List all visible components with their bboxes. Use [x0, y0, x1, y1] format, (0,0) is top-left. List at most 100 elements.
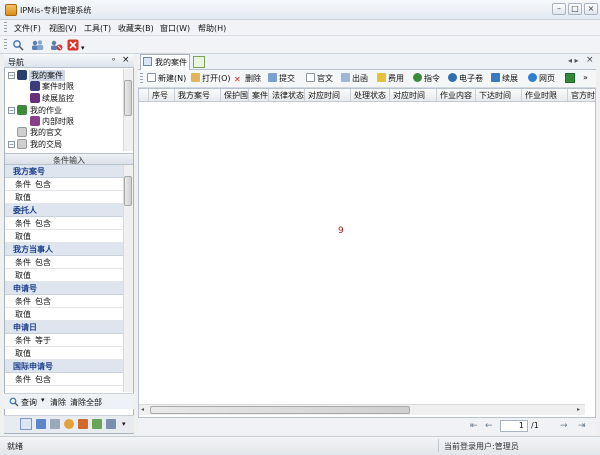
clear-button[interactable]: 清除 — [50, 397, 66, 408]
calendar-icon[interactable] — [106, 419, 116, 429]
open-button[interactable]: 打开(O) — [191, 73, 231, 84]
tree-toggle-icon[interactable]: − — [8, 141, 15, 148]
scroll-right-icon[interactable]: ▸ — [577, 406, 580, 413]
new-button[interactable]: 新建(N) — [147, 73, 186, 84]
condition-row[interactable]: 取值 — [5, 230, 123, 243]
column-header[interactable]: 我方案号 — [175, 89, 221, 102]
tree-toggle-icon[interactable]: − — [8, 72, 15, 79]
condition-row[interactable]: 取值 — [5, 269, 123, 282]
next-page-icon[interactable]: → — [560, 421, 568, 431]
users-icon[interactable] — [30, 38, 44, 51]
instruction-button[interactable]: 指令 — [413, 73, 440, 84]
document-button[interactable]: 官文 — [306, 73, 333, 84]
action-overflow-icon[interactable]: » — [583, 73, 588, 82]
column-header[interactable]: 官方时 — [568, 89, 595, 102]
edit-icon[interactable] — [20, 418, 32, 430]
submit-button[interactable]: 提交 — [268, 73, 295, 84]
tab-label[interactable]: 我的案件 — [155, 57, 187, 68]
nav-close-icon[interactable]: × — [122, 55, 130, 65]
book-icon[interactable] — [36, 419, 46, 429]
condition-row[interactable]: 取值 — [5, 347, 123, 360]
tab-close-icon[interactable]: × — [586, 55, 594, 65]
check-icon[interactable] — [92, 419, 102, 429]
condition-scrollbar-thumb[interactable] — [124, 176, 132, 206]
menu-grip[interactable] — [4, 22, 7, 34]
condition-row[interactable]: 条件包含 — [5, 217, 123, 230]
column-header[interactable]: 案件 — [249, 89, 269, 102]
more-dropdown-icon[interactable]: ▾ — [122, 420, 126, 428]
excel-icon[interactable] — [565, 73, 575, 83]
column-header[interactable]: 对应时间 — [390, 89, 437, 102]
search-icon[interactable] — [11, 38, 25, 51]
column-header[interactable]: 对应时间 — [305, 89, 351, 102]
web-button[interactable]: 网页 — [528, 73, 555, 84]
menu-view[interactable]: 视图(V) — [49, 23, 77, 34]
tree-toggle-icon[interactable]: − — [8, 107, 15, 114]
condition-row[interactable]: 条件包含 — [5, 373, 123, 386]
condition-group-client[interactable]: 委托人 — [5, 204, 123, 217]
column-header[interactable]: 保护国 — [221, 89, 249, 102]
toolbar-overflow-icon[interactable]: ▾ — [81, 44, 85, 52]
condition-group-party[interactable]: 我方当事人 — [5, 243, 123, 256]
clear-all-button[interactable]: 清除全部 — [70, 397, 102, 408]
last-page-icon[interactable]: ⇥ — [578, 421, 586, 431]
toolbar-grip[interactable] — [4, 39, 7, 51]
pen-icon[interactable] — [78, 419, 88, 429]
menu-file[interactable]: 文件(F) — [14, 23, 41, 34]
condition-group-app-no[interactable]: 申请号 — [5, 282, 123, 295]
tree-item-my-documents[interactable]: 我的官文 — [30, 127, 62, 138]
column-row-header[interactable] — [139, 89, 149, 102]
condition-row[interactable]: 条件包含 — [5, 178, 123, 191]
fee-button[interactable]: 费用 — [377, 73, 404, 84]
scroll-left-icon[interactable]: ◂ — [141, 406, 144, 413]
minimize-button[interactable]: – — [552, 3, 566, 15]
tree-item-my-submissions[interactable]: 我的交局 — [30, 139, 62, 150]
query-button[interactable]: 查询 — [21, 397, 37, 408]
query-dropdown-icon[interactable]: ▾ — [41, 396, 45, 404]
close-icon[interactable] — [66, 38, 80, 51]
condition-row[interactable]: 条件等于 — [5, 334, 123, 347]
case-grid[interactable] — [138, 88, 596, 418]
renew-button[interactable]: 续展 — [491, 73, 518, 84]
condition-row[interactable]: 取值 — [5, 308, 123, 321]
column-header[interactable]: 作业内容 — [437, 89, 476, 102]
query-icon[interactable] — [9, 397, 19, 409]
column-header[interactable]: 下达时间 — [476, 89, 522, 102]
users-cancel-icon[interactable] — [49, 38, 63, 51]
page-number-input[interactable]: 1 — [500, 420, 528, 432]
archive-button[interactable]: 电子卷 — [448, 73, 483, 84]
first-page-icon[interactable]: ⇤ — [470, 421, 478, 431]
condition-row[interactable]: 条件包含 — [5, 256, 123, 269]
condition-group-app-date[interactable]: 申请日 — [5, 321, 123, 334]
column-header[interactable]: 法律状态 — [269, 89, 305, 102]
horizontal-scrollbar-thumb[interactable] — [150, 406, 410, 414]
menu-favorites[interactable]: 收藏夹(B) — [118, 23, 154, 34]
column-header[interactable]: 作业时限 — [522, 89, 568, 102]
maximize-button[interactable]: □ — [568, 3, 582, 15]
menu-window[interactable]: 窗口(W) — [160, 23, 190, 34]
condition-group-case-no[interactable]: 我方案号 — [5, 165, 123, 178]
menu-tools[interactable]: 工具(T) — [84, 23, 111, 34]
delete-button[interactable]: ✕删除 — [234, 73, 261, 84]
new-tab-icon[interactable] — [193, 56, 205, 68]
close-button[interactable]: × — [584, 3, 598, 15]
tree-item-case-deadline[interactable]: 案件时限 — [42, 81, 74, 92]
coin-icon[interactable] — [64, 419, 74, 429]
tab-scroll-icon[interactable]: ◂ ▸ — [568, 56, 579, 65]
pin-icon[interactable]: ᵒ — [112, 56, 115, 65]
condition-group-intl-app-no[interactable]: 国际申请号 — [5, 360, 123, 373]
letter-button[interactable]: 出函 — [341, 73, 368, 84]
column-header[interactable]: 处理状态 — [351, 89, 390, 102]
tree-item-my-cases[interactable]: 我的案件 — [29, 70, 65, 81]
tree-item-renewal-monitor[interactable]: 续展监控 — [42, 93, 74, 104]
tree-item-internal-deadline[interactable]: 内部时限 — [42, 116, 74, 127]
list-icon[interactable] — [50, 419, 60, 429]
condition-row[interactable]: 条件包含 — [5, 295, 123, 308]
menu-help[interactable]: 帮助(H) — [198, 23, 226, 34]
tree-item-my-work[interactable]: 我的作业 — [30, 105, 62, 116]
condition-row[interactable]: 取值 — [5, 191, 123, 204]
action-grip[interactable] — [140, 73, 143, 85]
tree-scrollbar-thumb[interactable] — [124, 80, 132, 116]
prev-page-icon[interactable]: ← — [485, 421, 493, 431]
column-header[interactable]: 序号 — [149, 89, 175, 102]
